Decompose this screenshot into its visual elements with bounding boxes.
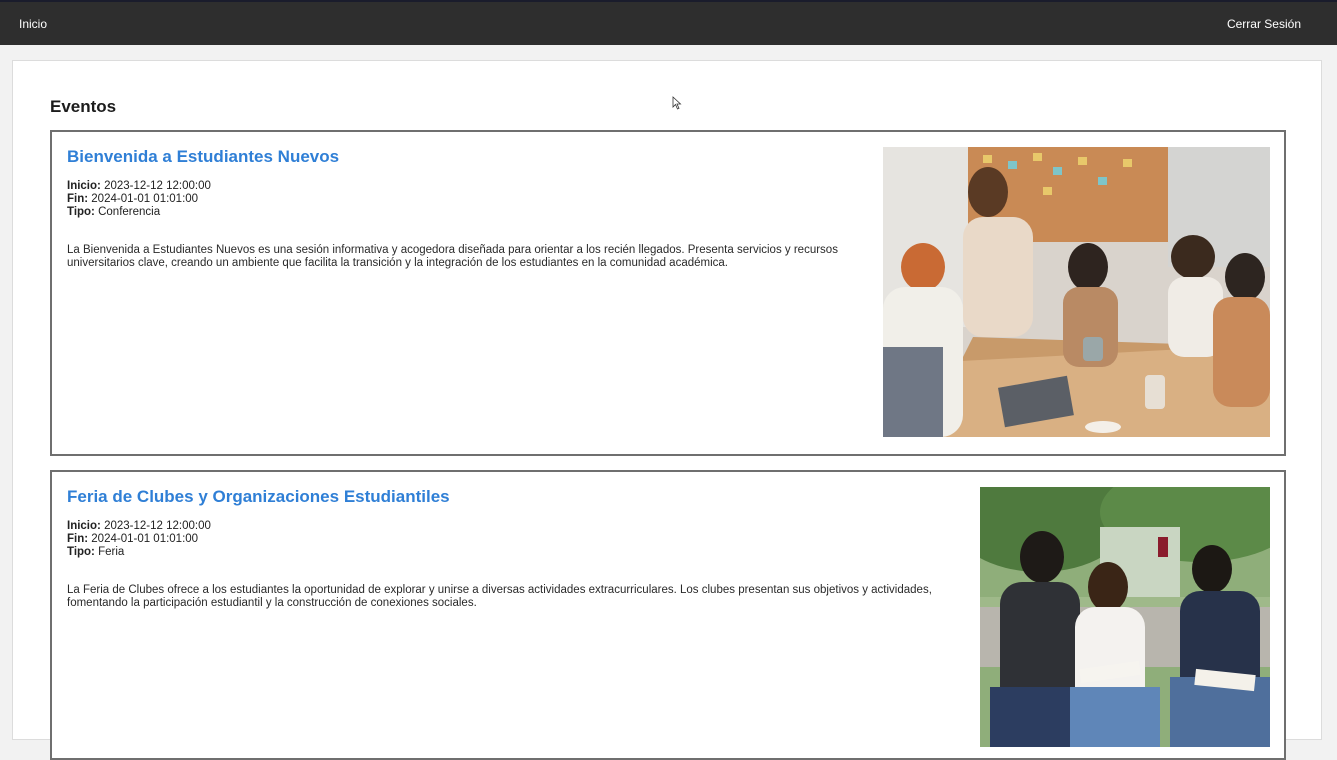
- event-type-value: Feria: [98, 546, 125, 558]
- event-start-value: 2023-12-12 12:00:00: [104, 520, 211, 532]
- event-start-label: Inicio:: [67, 180, 101, 192]
- page-title: Eventos: [50, 97, 117, 116]
- event-photo: [883, 147, 1270, 437]
- event-title[interactable]: Bienvenida a Estudiantes Nuevos: [67, 147, 339, 167]
- event-end-label: Fin:: [67, 193, 89, 205]
- event-end-row: Fin: 2024-01-01 01:01:00: [67, 533, 211, 546]
- event-start-row: Inicio: 2023-12-12 12:00:00: [67, 180, 211, 193]
- main-content: Eventos Bienvenida a Estudiantes Nuevos …: [12, 60, 1322, 760]
- event-card: Bienvenida a Estudiantes Nuevos Inicio: …: [50, 130, 1286, 456]
- event-type-label: Tipo:: [67, 206, 95, 218]
- event-description: La Feria de Clubes ofrece a los estudian…: [67, 583, 932, 609]
- event-start-row: Inicio: 2023-12-12 12:00:00: [67, 520, 211, 533]
- nav-home-link[interactable]: Inicio: [19, 17, 47, 31]
- event-type-value: Conferencia: [98, 206, 161, 218]
- event-type-row: Tipo: Conferencia: [67, 206, 211, 219]
- students-photo-illustration: [980, 487, 1270, 747]
- event-description: La Bienvenida a Estudiantes Nuevos es un…: [67, 243, 838, 269]
- nav-logout-link[interactable]: Cerrar Sesión: [1227, 17, 1301, 31]
- event-meta: Inicio: 2023-12-12 12:00:00 Fin: 2024-01…: [67, 180, 211, 219]
- event-type-row: Tipo: Feria: [67, 546, 211, 559]
- event-start-label: Inicio:: [67, 520, 101, 532]
- top-navbar: Inicio Cerrar Sesión: [0, 0, 1337, 45]
- event-photo: [980, 487, 1270, 747]
- event-end-value: 2024-01-01 01:01:00: [91, 193, 199, 205]
- event-title[interactable]: Feria de Clubes y Organizaciones Estudia…: [67, 487, 450, 507]
- event-start-value: 2023-12-12 12:00:00: [104, 180, 211, 192]
- event-card: Feria de Clubes y Organizaciones Estudia…: [50, 470, 1286, 760]
- event-type-label: Tipo:: [67, 546, 95, 558]
- mouse-cursor-icon: [672, 96, 682, 110]
- event-end-label: Fin:: [67, 533, 89, 545]
- event-end-row: Fin: 2024-01-01 01:01:00: [67, 193, 211, 206]
- event-meta: Inicio: 2023-12-12 12:00:00 Fin: 2024-01…: [67, 520, 211, 559]
- event-end-value: 2024-01-01 01:01:00: [91, 533, 199, 545]
- meeting-photo-illustration: [883, 147, 1270, 437]
